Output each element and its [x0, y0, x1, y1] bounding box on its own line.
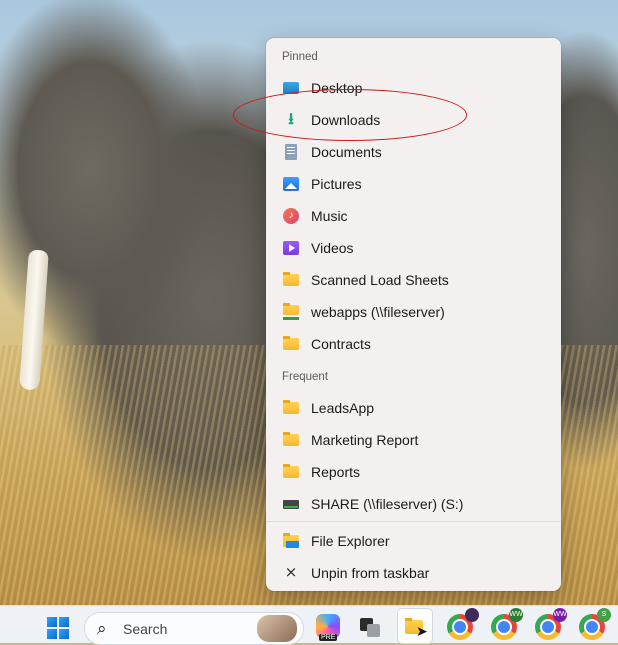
chrome-icon[interactable]: S [579, 608, 611, 640]
jump-item-label: File Explorer [311, 533, 390, 549]
jump-item-label: SHARE (\\fileserver) (S:) [311, 496, 464, 512]
file-explorer-icon [283, 533, 299, 549]
jump-item-documents[interactable]: Documents [271, 137, 556, 167]
jump-item-webapps[interactable]: webapps (\\fileserver) [271, 297, 556, 327]
jump-item-unpin[interactable]: ⨯ Unpin from taskbar [271, 558, 556, 588]
jump-item-label: Documents [311, 144, 382, 160]
pinned-header: Pinned [282, 51, 318, 63]
folder-icon [283, 400, 299, 416]
taskbar: ⌕ Search PRE ➤ WW WW S [0, 605, 618, 645]
jump-item-label: Videos [311, 240, 354, 256]
copilot-preview-badge: PRE [319, 634, 338, 641]
folder-icon [283, 272, 299, 288]
folder-icon [283, 432, 299, 448]
copilot-icon[interactable]: PRE [316, 614, 340, 641]
file-explorer-taskbar-button[interactable]: ➤ [398, 609, 432, 643]
jump-item-label: Marketing Report [311, 432, 419, 448]
network-drive-icon [283, 496, 299, 512]
jump-item-label: Pictures [311, 176, 362, 192]
file-explorer-jump-list: Pinned Desktop ⭳ Downloads Documents Pic… [266, 38, 561, 591]
search-highlight-image [257, 615, 297, 642]
jump-item-reports[interactable]: Reports [271, 457, 556, 487]
jump-item-leadsapp[interactable]: LeadsApp [271, 393, 556, 423]
chrome-profile-badge: WW [553, 608, 567, 622]
jump-item-marketing-report[interactable]: Marketing Report [271, 425, 556, 455]
jump-item-share-drive[interactable]: SHARE (\\fileserver) (S:) [271, 489, 556, 519]
network-folder-icon [283, 303, 299, 320]
search-placeholder: Search [123, 620, 168, 637]
chrome-icon[interactable]: WW [491, 608, 523, 640]
unpin-icon: ⨯ [284, 564, 298, 581]
chrome-profile-badge: WW [509, 608, 523, 622]
jump-item-file-explorer[interactable]: File Explorer [271, 526, 556, 556]
jump-item-scanned-load-sheets[interactable]: Scanned Load Sheets [271, 265, 556, 295]
pictures-icon [283, 176, 299, 192]
jump-item-music[interactable]: ♪ Music [271, 201, 556, 231]
jump-item-contracts[interactable]: Contracts [271, 329, 556, 359]
task-view-icon[interactable] [358, 614, 382, 638]
jump-item-downloads[interactable]: ⭳ Downloads [271, 105, 556, 135]
jump-item-videos[interactable]: Videos [271, 233, 556, 263]
jump-item-pictures[interactable]: Pictures [271, 169, 556, 199]
jump-item-label: Scanned Load Sheets [311, 272, 449, 288]
jump-item-label: Reports [311, 464, 361, 480]
start-icon[interactable] [47, 617, 69, 639]
jump-item-label: Downloads [311, 112, 381, 128]
jump-item-desktop[interactable]: Desktop [271, 73, 556, 103]
music-icon: ♪ [283, 208, 299, 224]
chrome-icon[interactable] [447, 608, 479, 640]
chrome-profile-badge: S [597, 608, 611, 622]
videos-icon [283, 240, 299, 256]
frequent-header: Frequent [282, 371, 329, 383]
jump-list-divider [266, 521, 561, 522]
mouse-pointer-icon: ➤ [416, 623, 428, 639]
folder-icon [283, 464, 299, 480]
desktop-folder-icon [283, 80, 299, 96]
jump-item-label: LeadsApp [311, 400, 375, 416]
jump-item-label: webapps (\\fileserver) [311, 304, 445, 320]
jump-item-label: Desktop [311, 80, 363, 96]
jump-item-label: Unpin from taskbar [311, 565, 430, 581]
folder-icon [283, 336, 299, 352]
documents-icon [283, 144, 299, 160]
chrome-profile-avatar [465, 608, 479, 622]
search-icon: ⌕ [97, 618, 107, 638]
jump-item-label: Contracts [311, 336, 371, 352]
download-arrow-icon: ⭳ [288, 111, 294, 128]
jump-item-label: Music [311, 208, 348, 224]
search-box[interactable]: ⌕ Search [84, 612, 304, 645]
chrome-icon[interactable]: WW [535, 608, 567, 640]
